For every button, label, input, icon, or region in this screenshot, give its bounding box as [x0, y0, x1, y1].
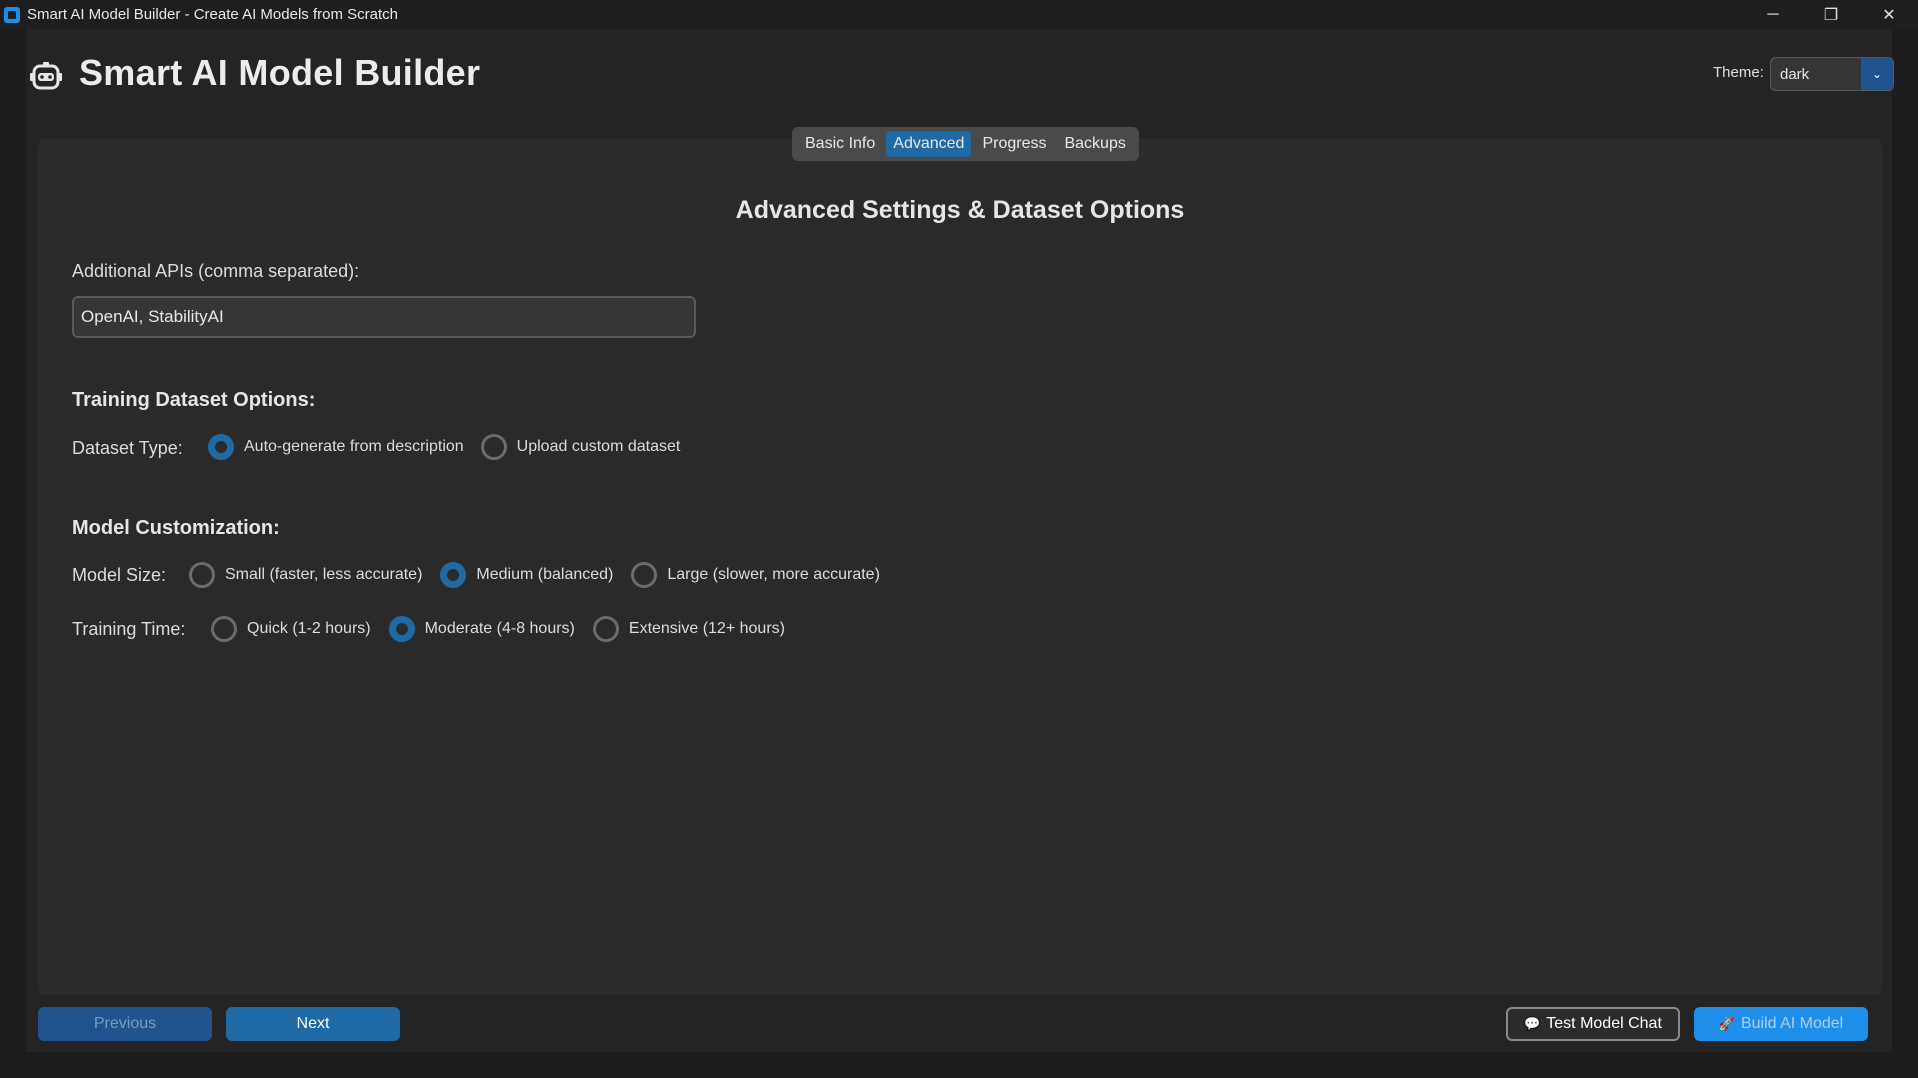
test-model-chat-button[interactable]: 💬 Test Model Chat	[1506, 1007, 1680, 1041]
radio-large[interactable]: Large (slower, more accurate)	[631, 562, 880, 588]
radio-auto-generate[interactable]: Auto-generate from description	[208, 434, 464, 460]
app-icon	[4, 6, 20, 23]
radio-label: Large (slower, more accurate)	[667, 566, 880, 583]
radio-label: Medium (balanced)	[476, 566, 614, 583]
radio-indicator	[189, 562, 215, 588]
apis-input[interactable]: OpenAI, StabilityAI	[72, 296, 696, 338]
model-size-label: Model Size:	[72, 565, 167, 585]
radio-label: Moderate (4-8 hours)	[424, 620, 575, 637]
radio-indicator	[211, 616, 237, 642]
tab-bar: Basic Info Advanced Progress Backups	[792, 127, 1139, 161]
dataset-type-group: Auto-generate from description Upload cu…	[208, 434, 698, 460]
radio-indicator	[388, 616, 415, 642]
radio-indicator	[592, 616, 619, 642]
title-bar: Smart AI Model Builder - Create AI Model…	[0, 0, 1918, 29]
radio-indicator	[631, 562, 658, 588]
radio-moderate[interactable]: Moderate (4-8 hours)	[388, 616, 575, 642]
radio-indicator	[208, 434, 234, 460]
theme-value: dark	[1780, 65, 1810, 83]
app-heading: Smart AI Model Builder	[79, 52, 481, 93]
theme-dropdown[interactable]: dark ⌄	[1770, 57, 1894, 91]
apis-input-value: OpenAI, StabilityAI	[81, 307, 224, 326]
radio-upload-custom[interactable]: Upload custom dataset	[480, 434, 681, 460]
test-model-chat-label: Test Model Chat	[1546, 1015, 1662, 1032]
chat-bubble-icon: 💬	[1524, 1016, 1541, 1031]
build-ai-model-label: Build AI Model	[1740, 1015, 1844, 1032]
restore-button[interactable]: ❐	[1802, 0, 1860, 29]
next-button[interactable]: Next	[226, 1007, 400, 1041]
theme-label: Theme:	[1713, 64, 1764, 81]
tab-progress[interactable]: Progress	[975, 131, 1053, 157]
robot-icon	[30, 62, 62, 90]
build-ai-model-button[interactable]: 🚀 Build AI Model	[1694, 1007, 1868, 1041]
minimize-button[interactable]: ─	[1744, 0, 1802, 29]
training-time-label: Training Time:	[72, 619, 186, 639]
tab-advanced[interactable]: Advanced	[886, 131, 972, 157]
chevron-down-icon[interactable]: ⌄	[1861, 58, 1893, 90]
training-time-group: Quick (1-2 hours) Moderate (4-8 hours) E…	[211, 616, 803, 642]
radio-label: Extensive (12+ hours)	[628, 620, 785, 637]
dataset-heading: Training Dataset Options:	[72, 389, 316, 411]
radio-label: Quick (1-2 hours)	[247, 620, 371, 637]
section-title: Advanced Settings & Dataset Options	[735, 196, 1185, 224]
customization-heading: Model Customization:	[72, 517, 280, 539]
window-title: Smart AI Model Builder - Create AI Model…	[27, 6, 398, 23]
close-button[interactable]: ✕	[1860, 0, 1918, 29]
tab-basic-info[interactable]: Basic Info	[798, 131, 882, 157]
apis-label: Additional APIs (comma separated):	[72, 261, 360, 281]
radio-extensive[interactable]: Extensive (12+ hours)	[592, 616, 785, 642]
radio-small[interactable]: Small (faster, less accurate)	[189, 562, 422, 588]
radio-label: Auto-generate from description	[244, 438, 464, 455]
radio-quick[interactable]: Quick (1-2 hours)	[211, 616, 371, 642]
radio-medium[interactable]: Medium (balanced)	[440, 562, 613, 588]
model-size-group: Small (faster, less accurate) Medium (ba…	[189, 562, 898, 588]
radio-indicator	[480, 434, 507, 460]
rocket-icon: 🚀	[1718, 1016, 1735, 1031]
dataset-type-label: Dataset Type:	[72, 438, 183, 458]
previous-button[interactable]: Previous	[38, 1007, 212, 1041]
radio-indicator	[440, 562, 467, 588]
radio-label: Upload custom dataset	[516, 438, 681, 455]
window-controls: ─ ❐ ✕	[1744, 0, 1918, 29]
radio-label: Small (faster, less accurate)	[225, 566, 423, 583]
tab-backups[interactable]: Backups	[1057, 131, 1132, 157]
